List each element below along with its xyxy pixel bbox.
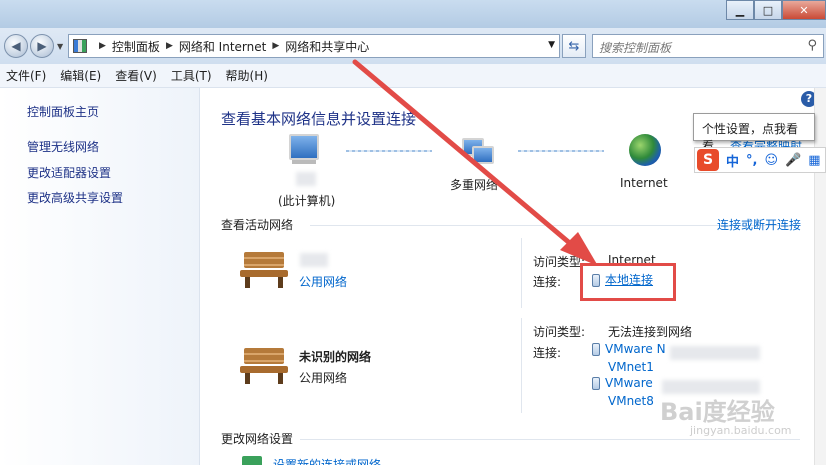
refresh-icon: ⇆: [568, 38, 580, 54]
address-bar: ◀ ▶ ▼ ▶ 控制面板 ▶ 网络和 Internet ▶ 网络和共享中心 ▼ …: [0, 28, 826, 64]
breadcrumb[interactable]: ▶ 控制面板 ▶ 网络和 Internet ▶ 网络和共享中心 ▼: [68, 34, 560, 58]
computer-name-redacted: [296, 172, 316, 186]
ime-punctuation-button[interactable]: °,: [746, 153, 757, 168]
search-input[interactable]: 搜索控制面板 ⚲: [592, 34, 824, 58]
access-type-label: 访问类型:: [533, 325, 586, 339]
minimize-button[interactable]: ▁: [726, 0, 754, 20]
header-divider: [300, 439, 800, 440]
control-panel-icon: [73, 39, 87, 53]
refresh-button[interactable]: ⇆: [562, 34, 586, 58]
ethernet-adapter-icon: [592, 343, 600, 356]
connect-disconnect-link[interactable]: 连接或断开连接: [717, 216, 801, 233]
setup-new-connection-link[interactable]: 设置新的连接或网络: [273, 456, 381, 465]
recent-pages-dropdown-icon[interactable]: ▼: [57, 42, 63, 51]
chevron-right-icon[interactable]: ▶: [99, 41, 106, 51]
network-name-redacted: [300, 253, 328, 267]
breadcrumb-item-network-sharing[interactable]: 网络和共享中心: [285, 38, 369, 55]
computer-icon[interactable]: [289, 134, 319, 164]
connections-label: 连接:: [533, 346, 562, 360]
map-connector-line: [518, 150, 604, 152]
title-bar: ▁ □ ✕: [0, 0, 826, 28]
ime-voice-icon[interactable]: 🎤: [785, 153, 801, 168]
vmnet1-link[interactable]: VMnet1: [608, 360, 654, 374]
menu-edit[interactable]: 编辑(E): [60, 67, 101, 84]
vmnet8-link[interactable]: VMnet8: [608, 394, 654, 408]
network-divider: [521, 318, 522, 413]
multiple-networks-label: 多重网络: [450, 178, 499, 192]
ethernet-adapter-icon: [592, 377, 600, 390]
map-connector-line: [346, 150, 432, 152]
ime-toolbar[interactable]: S 中 °, ☺ 🎤 ▦: [694, 147, 826, 173]
back-arrow-icon: ◀: [11, 39, 21, 53]
active-networks-header: 查看活动网络: [221, 218, 294, 232]
computer-label: (此计算机): [278, 194, 336, 208]
watermark: Bai度经验: [660, 398, 775, 426]
network-type-link[interactable]: 公用网络: [299, 369, 347, 386]
breadcrumb-item-network-internet[interactable]: 网络和 Internet: [179, 38, 266, 55]
network-divider: [521, 238, 522, 308]
menu-file[interactable]: 文件(F): [6, 67, 46, 84]
change-settings-header: 更改网络设置: [221, 432, 294, 446]
sogou-logo-icon[interactable]: S: [697, 149, 719, 171]
ime-emoji-icon[interactable]: ☺: [764, 153, 778, 168]
menu-help[interactable]: 帮助(H): [226, 67, 268, 84]
menu-tools[interactable]: 工具(T): [171, 67, 212, 84]
multiple-networks-icon[interactable]: [462, 138, 494, 164]
network-name: 未识别的网络: [299, 350, 372, 364]
breadcrumb-item-control-panel[interactable]: 控制面板: [112, 38, 160, 55]
public-network-bench-icon: [240, 250, 288, 290]
maximize-button[interactable]: □: [754, 0, 782, 20]
window-controls: ▁ □ ✕: [726, 0, 826, 20]
new-connection-icon[interactable]: [242, 456, 262, 465]
chevron-right-icon[interactable]: ▶: [272, 41, 279, 51]
link-change-adapter[interactable]: 更改适配器设置: [27, 164, 111, 181]
forward-arrow-icon: ▶: [37, 39, 47, 53]
left-panel: 控制面板主页 管理无线网络 更改适配器设置 更改高级共享设置: [0, 88, 200, 465]
highlight-box: [580, 263, 676, 301]
menu-bar: 文件(F) 编辑(E) 查看(V) 工具(T) 帮助(H): [0, 64, 826, 88]
back-button[interactable]: ◀: [4, 34, 28, 58]
link-advanced-sharing[interactable]: 更改高级共享设置: [27, 189, 123, 206]
forward-button[interactable]: ▶: [30, 34, 54, 58]
watermark-url: jingyan.baidu.com: [690, 424, 792, 437]
chevron-down-icon[interactable]: ▼: [548, 40, 555, 50]
close-button[interactable]: ✕: [782, 0, 826, 20]
link-manage-wireless[interactable]: 管理无线网络: [27, 138, 99, 155]
access-type-label: 访问类型:: [533, 255, 586, 269]
connections-label: 连接:: [533, 275, 562, 289]
ime-keyboard-icon[interactable]: ▦: [808, 153, 820, 168]
internet-label: Internet: [620, 176, 668, 190]
internet-globe-icon[interactable]: [629, 134, 661, 166]
network-type-link[interactable]: 公用网络: [299, 273, 347, 290]
adapter-name-redacted: [670, 346, 760, 360]
chevron-right-icon[interactable]: ▶: [166, 41, 173, 51]
ime-tooltip: 个性设置，点我看看: [693, 113, 815, 153]
vmware-adapter-link-2[interactable]: VMware: [592, 376, 653, 390]
public-network-bench-icon: [240, 346, 288, 386]
scrollbar[interactable]: [814, 88, 826, 465]
search-placeholder: 搜索控制面板: [599, 41, 672, 55]
search-icon[interactable]: ⚲: [807, 38, 817, 53]
menu-view[interactable]: 查看(V): [115, 67, 157, 84]
link-control-panel-home[interactable]: 控制面板主页: [27, 103, 99, 120]
page-title: 查看基本网络信息并设置连接: [221, 110, 417, 128]
vmware-adapter-link-1[interactable]: VMware N: [592, 342, 666, 356]
access-type-value: 无法连接到网络: [608, 325, 693, 339]
ime-chinese-mode-button[interactable]: 中: [726, 151, 739, 170]
